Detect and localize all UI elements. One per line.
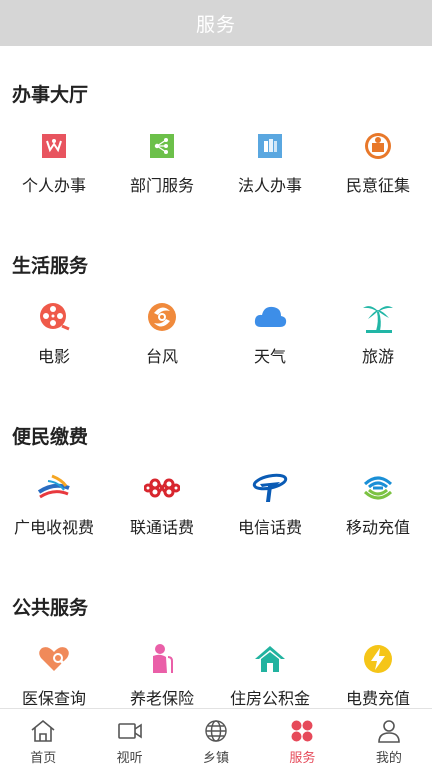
house-icon [252, 641, 288, 677]
tab-video[interactable]: 视听 [86, 709, 172, 768]
services-content[interactable]: 办事大厅 个人办事 部门服务 法人办事 民意征集 生活服务 电影 台风 天气 旅… [0, 46, 432, 708]
service-item-typhoon[interactable]: 台风 [108, 299, 216, 379]
section-title: 公共服务 [12, 598, 89, 619]
service-label: 法人办事 [237, 178, 302, 195]
tab-services[interactable]: 服务 [259, 709, 345, 768]
section-title: 生活服务 [12, 256, 89, 277]
section-life-services: 生活服务 电影 台风 天气 旅游 [0, 217, 432, 388]
service-item-legal-person[interactable]: 法人办事 [216, 128, 324, 208]
service-item-electricity-recharge[interactable]: 电费充值 [324, 641, 432, 708]
service-label: 电信话费 [237, 520, 302, 537]
service-item-movie[interactable]: 电影 [0, 299, 108, 379]
page-title: 服务 [195, 14, 236, 36]
tab-label: 视听 [116, 750, 143, 765]
service-item-personal-affairs[interactable]: 个人办事 [0, 128, 108, 208]
service-item-unicom-bill[interactable]: 联通话费 [108, 470, 216, 550]
department-service-icon [144, 128, 180, 164]
china-mobile-logo-icon [360, 470, 396, 506]
section-public-services: 公共服务 医保查询 养老保险 住房公积金 电费充值 [0, 559, 432, 708]
cloud-icon [252, 299, 288, 335]
globe-icon [202, 717, 230, 745]
section-office-hall: 办事大厅 个人办事 部门服务 法人办事 民意征集 [0, 46, 432, 217]
medical-insurance-icon [36, 641, 72, 677]
service-grid: 电影 台风 天气 旅游 [0, 299, 432, 379]
user-icon [375, 717, 403, 745]
public-opinion-icon [360, 128, 396, 164]
service-label: 天气 [253, 349, 286, 366]
top-bar: 服务 [0, 0, 432, 46]
broadcast-tv-logo-icon [36, 470, 72, 506]
service-item-mobile-recharge[interactable]: 移动充值 [324, 470, 432, 550]
service-item-department-service[interactable]: 部门服务 [108, 128, 216, 208]
service-label: 部门服务 [129, 178, 194, 195]
service-item-housing-fund[interactable]: 住房公积金 [216, 641, 324, 708]
service-label: 旅游 [361, 349, 394, 366]
tab-label: 首页 [30, 750, 57, 765]
section-convenient-payments: 便民缴费 广电收视费 联通话费 电信话费 移动充值 [0, 388, 432, 559]
palm-tree-icon [360, 299, 396, 335]
home-icon [29, 717, 57, 745]
service-label: 移动充值 [345, 520, 410, 537]
legal-person-icon [252, 128, 288, 164]
service-item-pension-insurance[interactable]: 养老保险 [108, 641, 216, 708]
elderly-icon [144, 641, 180, 677]
service-grid: 广电收视费 联通话费 电信话费 移动充值 [0, 470, 432, 550]
typhoon-icon [144, 299, 180, 335]
service-item-travel[interactable]: 旅游 [324, 299, 432, 379]
bottom-tab-bar: 首页 视听 乡镇 服务 我的 [0, 708, 432, 768]
service-label: 联通话费 [129, 520, 194, 537]
service-item-public-opinion[interactable]: 民意征集 [324, 128, 432, 208]
lightning-icon [360, 641, 396, 677]
personal-affairs-icon [36, 128, 72, 164]
service-label: 医保查询 [21, 691, 86, 708]
china-telecom-logo-icon [252, 470, 288, 506]
service-label: 民意征集 [345, 178, 410, 195]
service-grid: 个人办事 部门服务 法人办事 民意征集 [0, 128, 432, 208]
tab-home[interactable]: 首页 [0, 709, 86, 768]
tab-mine[interactable]: 我的 [346, 709, 432, 768]
section-title: 便民缴费 [12, 427, 89, 448]
tab-label: 服务 [289, 750, 316, 765]
four-dots-icon [288, 717, 316, 745]
service-label: 个人办事 [21, 178, 86, 195]
film-reel-icon [36, 299, 72, 335]
service-label: 电影 [37, 349, 70, 366]
service-label: 广电收视费 [13, 520, 94, 537]
section-title: 办事大厅 [12, 85, 89, 106]
service-item-medical-insurance[interactable]: 医保查询 [0, 641, 108, 708]
service-item-telecom-bill[interactable]: 电信话费 [216, 470, 324, 550]
service-item-weather[interactable]: 天气 [216, 299, 324, 379]
service-label: 住房公积金 [229, 691, 310, 708]
tab-label: 乡镇 [203, 750, 230, 765]
service-label: 养老保险 [129, 691, 194, 708]
tab-label: 我的 [375, 750, 402, 765]
service-label: 台风 [145, 349, 178, 366]
service-label: 电费充值 [345, 691, 410, 708]
china-unicom-logo-icon [144, 470, 180, 506]
service-item-broadcast-tv-fee[interactable]: 广电收视费 [0, 470, 108, 550]
tab-towns[interactable]: 乡镇 [173, 709, 259, 768]
service-grid: 医保查询 养老保险 住房公积金 电费充值 [0, 641, 432, 708]
video-camera-icon [116, 717, 144, 745]
